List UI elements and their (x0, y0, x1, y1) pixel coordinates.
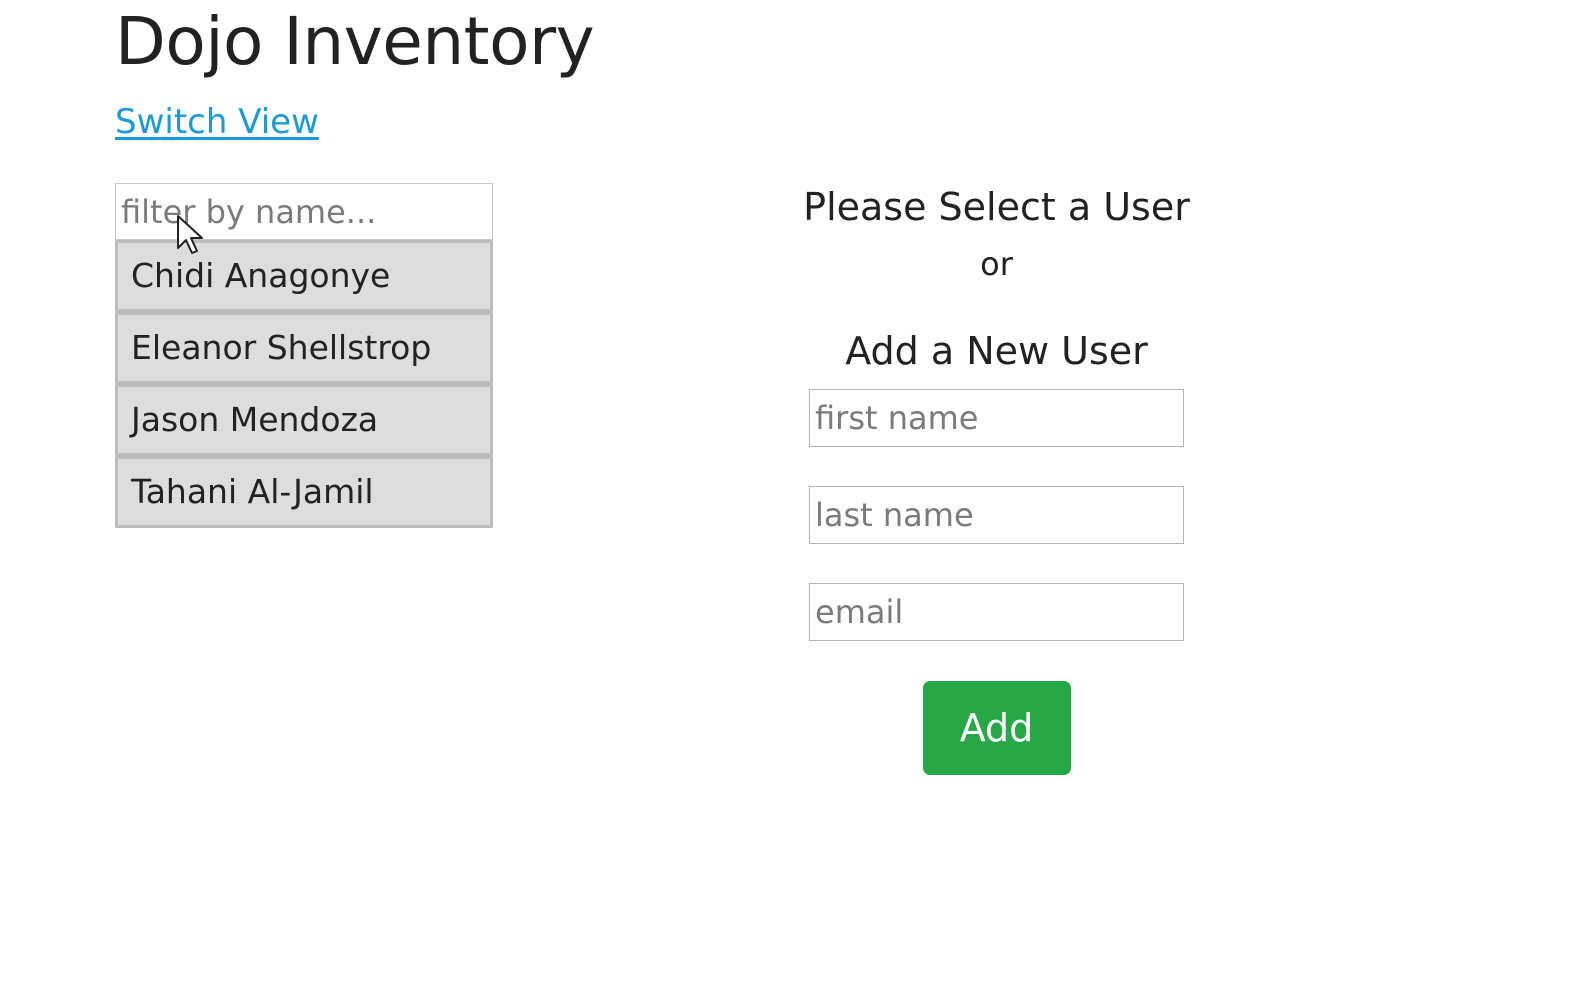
last-name-field[interactable] (809, 486, 1184, 544)
email-field[interactable] (809, 583, 1184, 641)
add-user-heading: Add a New User (845, 329, 1148, 373)
select-user-heading: Please Select a User (803, 185, 1190, 229)
filter-input[interactable] (115, 183, 493, 240)
page-title: Dojo Inventory (115, 3, 595, 80)
add-user-button[interactable]: Add (922, 681, 1071, 775)
add-user-form: Add (700, 389, 1293, 775)
first-name-field[interactable] (809, 389, 1184, 447)
user-list: Chidi Anagonye Eleanor Shellstrop Jason … (115, 240, 493, 528)
user-list-item[interactable]: Eleanor Shellstrop (115, 312, 493, 384)
user-panel: Please Select a User or Add a New User A… (700, 180, 1293, 775)
user-list-item[interactable]: Chidi Anagonye (115, 240, 493, 312)
user-list-item[interactable]: Tahani Al-Jamil (115, 456, 493, 528)
switch-view-link[interactable]: Switch View (115, 100, 319, 144)
user-list-item[interactable]: Jason Mendoza (115, 384, 493, 456)
app-page: Dojo Inventory Switch View Chidi Anagony… (0, 0, 1588, 1008)
or-separator: or (980, 245, 1013, 283)
